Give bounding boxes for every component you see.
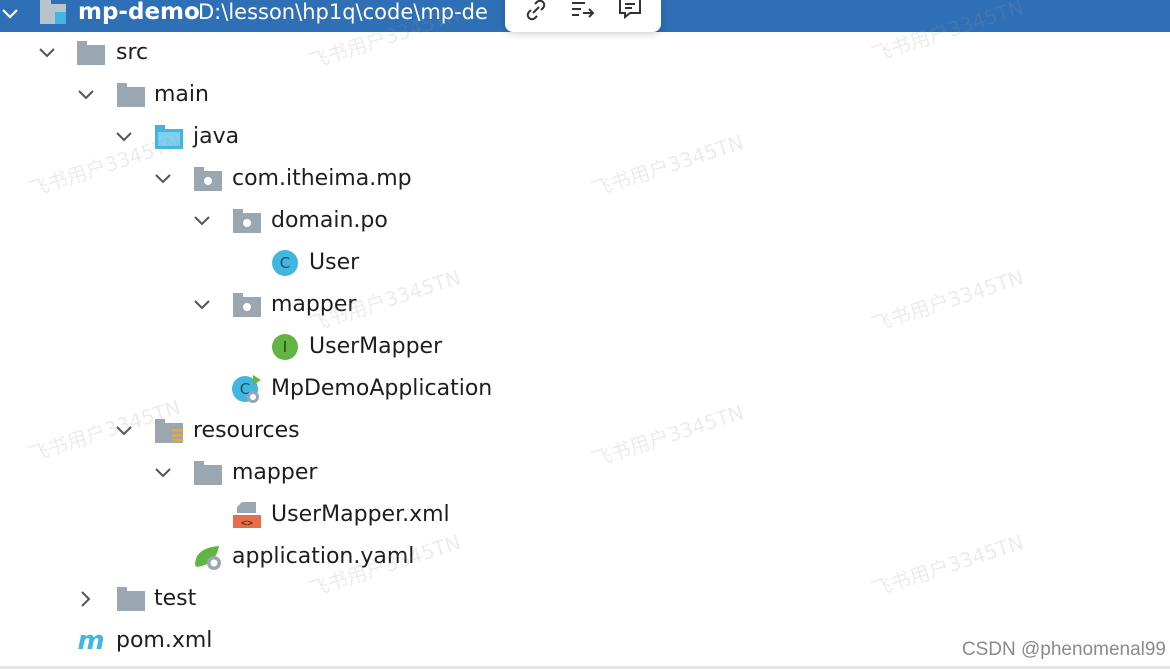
tree-item-label: User — [309, 250, 360, 275]
chevron-down-icon[interactable] — [192, 295, 212, 315]
tree-item-package[interactable]: mapper — [0, 285, 900, 325]
floating-toolbar — [505, 0, 661, 32]
svg-text:I: I — [283, 338, 287, 356]
package-icon — [233, 293, 261, 317]
package-icon — [194, 167, 222, 191]
tree-item-label: main — [154, 82, 209, 107]
link-icon[interactable] — [522, 0, 550, 24]
share-icon[interactable] — [569, 0, 597, 24]
project-path: D:\lesson\hp1q\code\mp-de — [198, 0, 488, 24]
tree-item-application-class[interactable]: C MpDemoApplication — [0, 369, 900, 409]
source-folder-icon — [155, 125, 183, 149]
folder-icon — [194, 461, 222, 485]
folder-icon — [117, 587, 145, 611]
tree-item-label: application.yaml — [232, 544, 415, 569]
tree-item-class[interactable]: C User — [0, 243, 900, 283]
tree-item-resources[interactable]: resources — [0, 411, 900, 451]
class-icon: C — [272, 250, 298, 276]
tree-item-package[interactable]: domain.po — [0, 201, 900, 241]
chevron-down-icon[interactable] — [0, 4, 20, 24]
maven-icon: m — [77, 627, 104, 655]
tree-item-folder[interactable]: mapper — [0, 453, 900, 493]
svg-text:C: C — [280, 254, 290, 272]
chevron-down-icon[interactable] — [76, 85, 96, 105]
svg-text:<>: <> — [241, 518, 253, 529]
project-folder-icon — [40, 0, 66, 24]
tree-item-label: pom.xml — [116, 628, 213, 653]
chevron-down-icon[interactable] — [192, 211, 212, 231]
tree-item-interface[interactable]: I UserMapper — [0, 327, 900, 367]
tree-item-label: src — [116, 40, 149, 65]
svg-text:m: m — [77, 627, 104, 655]
tree-item-label: mapper — [232, 460, 318, 485]
interface-icon: I — [272, 334, 298, 360]
chevron-down-icon[interactable] — [37, 43, 57, 63]
tree-item-src[interactable]: src — [0, 33, 900, 73]
chevron-right-icon[interactable] — [76, 589, 96, 609]
package-icon — [233, 209, 261, 233]
tree-item-pom[interactable]: m pom.xml — [0, 621, 900, 661]
folder-icon — [77, 41, 105, 65]
tree-item-label: test — [154, 586, 197, 611]
tree-item-java[interactable]: java — [0, 117, 900, 157]
tree-item-label: java — [193, 124, 240, 149]
tree-item-main[interactable]: main — [0, 75, 900, 115]
csdn-credit: CSDN @phenomenal99 — [961, 639, 1166, 660]
chevron-down-icon[interactable] — [153, 169, 173, 189]
resources-folder-icon — [155, 419, 183, 443]
xml-file-icon: <> — [233, 502, 261, 529]
folder-icon — [117, 83, 145, 107]
chevron-down-icon[interactable] — [114, 421, 134, 441]
tree-item-yaml-file[interactable]: application.yaml — [0, 537, 900, 577]
run-class-icon: C — [232, 375, 261, 403]
tree-item-test[interactable]: test — [0, 579, 900, 619]
project-name: mp-demo — [78, 0, 200, 25]
tree-item-label: mapper — [271, 292, 357, 317]
tree-item-label: domain.po — [271, 208, 388, 233]
tree-item-label: resources — [193, 418, 300, 443]
spring-config-icon — [195, 546, 221, 570]
tree-item-label: UserMapper — [309, 334, 443, 359]
tree-item-xml-file[interactable]: <> UserMapper.xml — [0, 495, 900, 535]
chevron-down-icon[interactable] — [153, 463, 173, 483]
tree-item-label: MpDemoApplication — [271, 376, 493, 401]
chevron-down-icon[interactable] — [114, 127, 134, 147]
tree-item-label: com.itheima.mp — [232, 166, 412, 191]
tree-item-label: UserMapper.xml — [271, 502, 450, 527]
comment-icon[interactable] — [616, 0, 644, 24]
tree-item-package[interactable]: com.itheima.mp — [0, 159, 900, 199]
